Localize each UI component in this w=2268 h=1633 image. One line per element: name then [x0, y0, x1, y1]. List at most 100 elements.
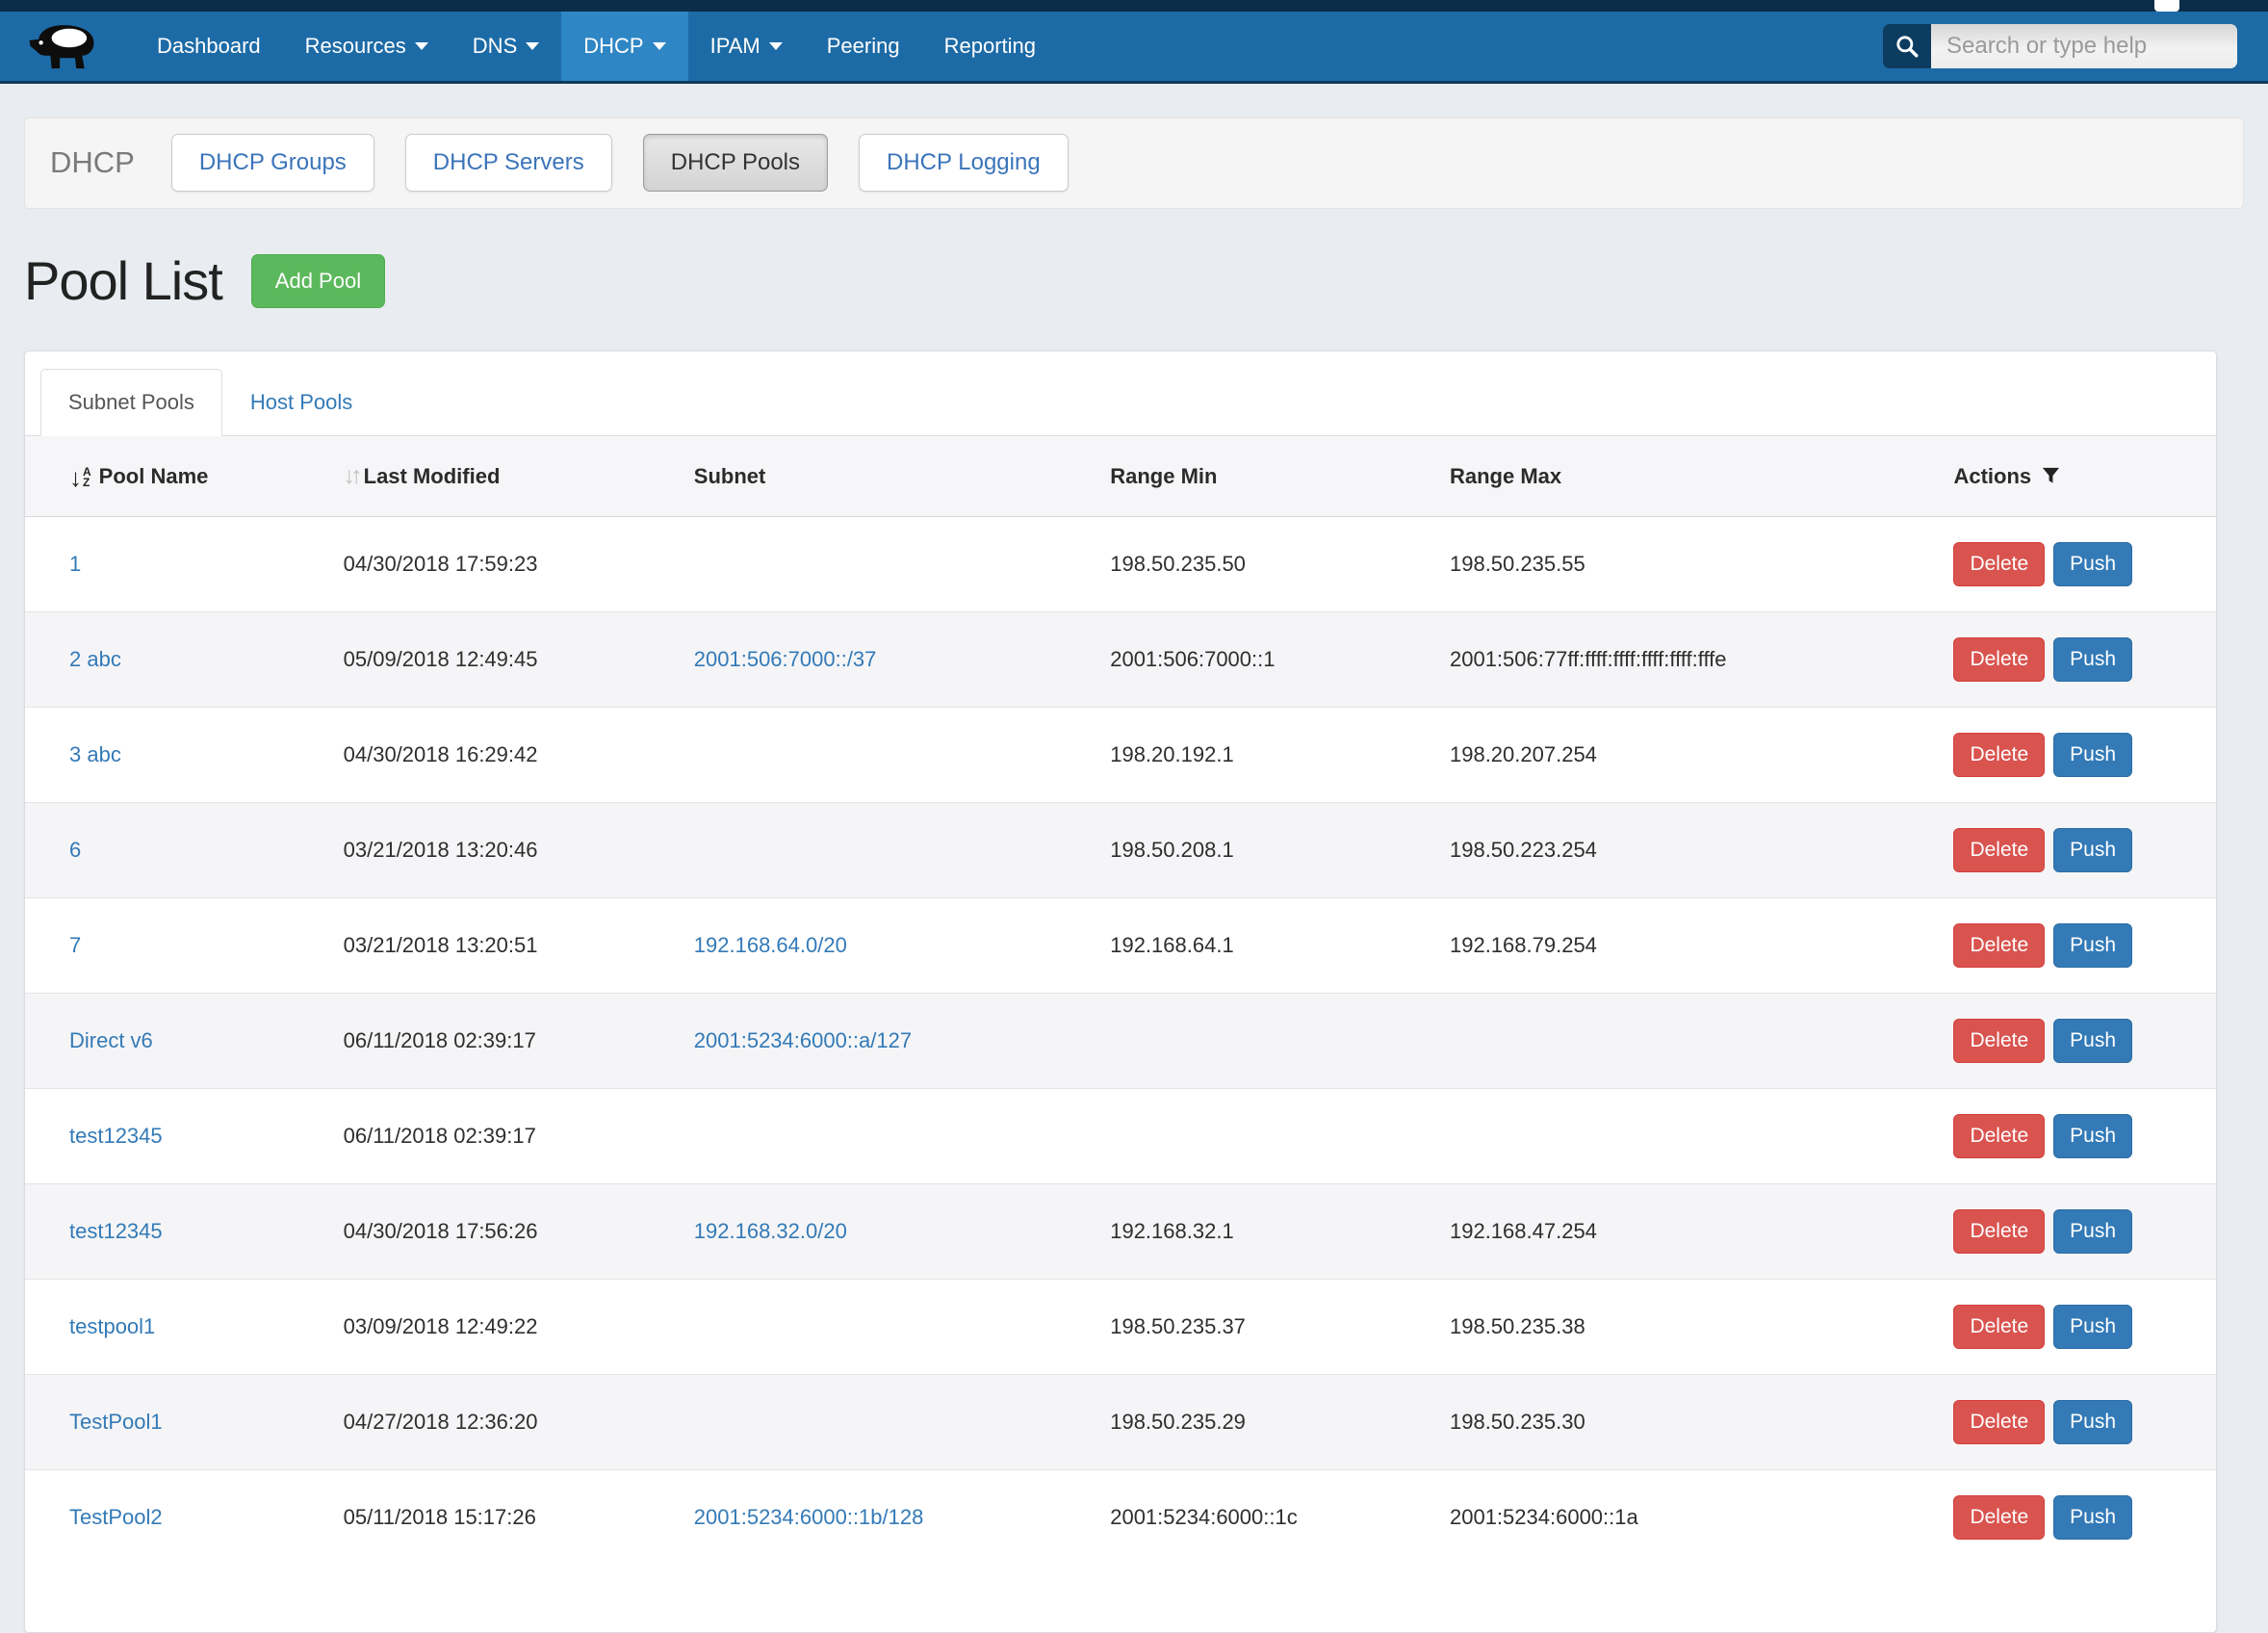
pool-name-link[interactable]: Direct v6 [69, 1028, 153, 1052]
sort-alpha-desc-icon[interactable]: ↓AZ [69, 467, 91, 488]
delete-button[interactable]: Delete [1953, 542, 2045, 586]
push-button[interactable]: Push [2053, 1495, 2132, 1540]
subnet-link[interactable]: 2001:5234:6000::a/127 [694, 1028, 912, 1052]
table-row: 2 abc 05/09/2018 12:49:45 2001:506:7000::/… [25, 612, 2216, 708]
subnet-link[interactable]: 192.168.32.0/20 [694, 1219, 847, 1243]
delete-button[interactable]: Delete [1953, 1114, 2045, 1158]
nav-item-dns[interactable]: DNS [451, 12, 561, 81]
subnet-empty [683, 803, 1098, 898]
dhcp-groups-button[interactable]: DHCP Groups [171, 134, 374, 192]
search-button[interactable] [1883, 24, 1931, 68]
range-min-value: 192.168.64.1 [1098, 898, 1438, 994]
pool-list-panel: Subnet PoolsHost Pools ↓AZ Pool Name ↓↑La… [24, 350, 2217, 1633]
push-button[interactable]: Push [2053, 1305, 2132, 1349]
column-header-pool-name[interactable]: ↓AZ Pool Name [25, 436, 332, 517]
delete-button[interactable]: Delete [1953, 733, 2045, 777]
push-button[interactable]: Push [2053, 1019, 2132, 1063]
search-input[interactable] [1931, 24, 2237, 68]
pool-name-link[interactable]: 7 [69, 933, 81, 957]
column-header-subnet[interactable]: Subnet [683, 436, 1098, 517]
column-header-range-max[interactable]: Range Max [1438, 436, 1942, 517]
subnet-empty [683, 1375, 1098, 1470]
push-button[interactable]: Push [2053, 828, 2132, 872]
nav-item-label: Peering [827, 34, 900, 59]
push-button[interactable]: Push [2053, 637, 2132, 682]
nav-item-label: Reporting [944, 34, 1036, 59]
actions-cell: DeletePush [1942, 517, 2216, 612]
range-max-value [1438, 994, 1942, 1089]
sort-updown-icon[interactable]: ↓↑ [344, 462, 358, 489]
range-min-value: 198.50.208.1 [1098, 803, 1438, 898]
add-pool-button[interactable]: Add Pool [251, 254, 385, 308]
pool-name-link[interactable]: 2 abc [69, 647, 121, 671]
delete-button[interactable]: Delete [1953, 1400, 2045, 1444]
nav-item-dashboard[interactable]: Dashboard [135, 12, 283, 81]
nav-item-label: DNS [473, 34, 517, 59]
nav-item-ipam[interactable]: IPAM [688, 12, 805, 81]
range-min-value: 198.50.235.29 [1098, 1375, 1438, 1470]
pool-name-link[interactable]: TestPool2 [69, 1505, 163, 1529]
push-button[interactable]: Push [2053, 1209, 2132, 1254]
subnet-link[interactable]: 2001:506:7000::/37 [694, 647, 877, 671]
page-title: Pool List [24, 249, 222, 312]
dhcp-button-group: DHCP Groups DHCP Servers DHCP Pools DHCP Lo… [171, 134, 1069, 192]
subnet-link[interactable]: 192.168.64.0/20 [694, 933, 847, 957]
filter-funnel-icon[interactable] [2041, 465, 2061, 485]
pool-name-link[interactable]: test12345 [69, 1219, 163, 1243]
dhcp-section-bar: DHCP DHCP GroupsDHCP ServersDHCP PoolsDH… [24, 117, 2244, 209]
nav-item-resources[interactable]: Resources [283, 12, 451, 81]
last-modified-value: 03/21/2018 13:20:46 [332, 803, 683, 898]
push-button[interactable]: Push [2053, 542, 2132, 586]
dhcp-logging-button[interactable]: DHCP Logging [859, 134, 1069, 192]
delete-button[interactable]: Delete [1953, 1305, 2045, 1349]
pool-name-link[interactable]: testpool1 [69, 1314, 155, 1338]
table-row: test1234504/30/2018 17:56:26192.168.32.0… [25, 1184, 2216, 1280]
last-modified-value: 06/11/2018 02:39:17 [332, 1089, 683, 1184]
column-header-actions[interactable]: Actions [1942, 436, 2216, 517]
delete-button[interactable]: Delete [1953, 1495, 2045, 1540]
dhcp-pools-button[interactable]: DHCP Pools [643, 134, 828, 192]
actions-cell: DeletePush [1942, 994, 2216, 1089]
delete-button[interactable]: Delete [1953, 1019, 2045, 1063]
range-min-value: 2001:506:7000::1 [1098, 612, 1438, 708]
column-header-range-min[interactable]: Range Min [1098, 436, 1438, 517]
tab-subnet-pools[interactable]: Subnet Pools [40, 369, 222, 436]
table-row: Direct v6 06/11/2018 02:39:17 2001:5234:60… [25, 994, 2216, 1089]
delete-button[interactable]: Delete [1953, 1209, 2045, 1254]
subnet-link[interactable]: 2001:5234:6000::1b/128 [694, 1505, 924, 1529]
table-row: 703/21/2018 13:20:51192.168.64.0/20192.1… [25, 898, 2216, 994]
pool-name-link[interactable]: test12345 [69, 1124, 163, 1148]
delete-button[interactable]: Delete [1953, 923, 2045, 968]
column-label: Subnet [694, 464, 766, 488]
chevron-down-icon [526, 42, 539, 50]
last-modified-value: 04/30/2018 16:29:42 [332, 708, 683, 803]
nav-item-label: IPAM [710, 34, 760, 59]
dhcp-servers-button[interactable]: DHCP Servers [405, 134, 612, 192]
delete-button[interactable]: Delete [1953, 637, 2045, 682]
push-button[interactable]: Push [2053, 1400, 2132, 1444]
pool-name-link[interactable]: 6 [69, 838, 81, 862]
column-label: Pool Name [99, 464, 209, 488]
range-max-value: 192.168.47.254 [1438, 1184, 1942, 1280]
chevron-down-icon [653, 42, 666, 50]
push-button[interactable]: Push [2053, 923, 2132, 968]
range-min-value [1098, 994, 1438, 1089]
last-modified-value: 05/09/2018 12:49:45 [332, 612, 683, 708]
range-min-value: 192.168.32.1 [1098, 1184, 1438, 1280]
last-modified-value: 06/11/2018 02:39:17 [332, 994, 683, 1089]
nav-item-reporting[interactable]: Reporting [922, 12, 1058, 81]
column-header-last-modified[interactable]: ↓↑Last Modified [332, 436, 683, 517]
pool-name-link[interactable]: 3 abc [69, 742, 121, 766]
delete-button[interactable]: Delete [1953, 828, 2045, 872]
range-min-value [1098, 1089, 1438, 1184]
tab-host-pools[interactable]: Host Pools [222, 369, 380, 436]
push-button[interactable]: Push [2053, 733, 2132, 777]
pool-name-link[interactable]: TestPool1 [69, 1410, 163, 1434]
subnet-empty [683, 1089, 1098, 1184]
pool-table: ↓AZ Pool Name ↓↑Last Modified Subnet Rang… [25, 436, 2216, 1565]
nav-item-dhcp[interactable]: DHCP [561, 12, 687, 81]
pool-name-link[interactable]: 1 [69, 552, 81, 576]
push-button[interactable]: Push [2053, 1114, 2132, 1158]
nav-item-peering[interactable]: Peering [805, 12, 922, 81]
actions-cell: DeletePush [1942, 612, 2216, 708]
